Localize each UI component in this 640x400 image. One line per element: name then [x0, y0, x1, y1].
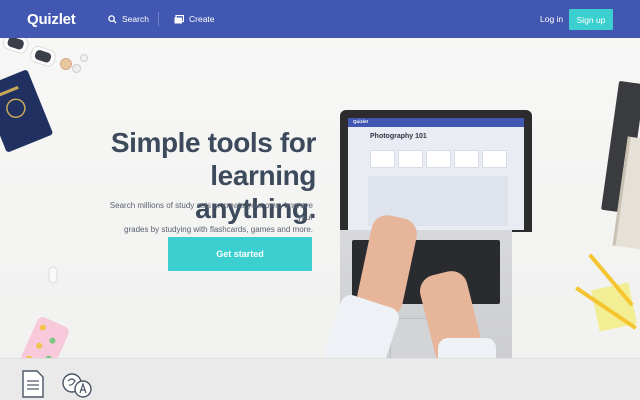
quizlet-logo[interactable]: Quizlet: [27, 11, 76, 28]
features-strip: [0, 358, 640, 400]
top-nav: Quizlet Search Create Log in Sign up: [0, 0, 640, 38]
search-nav-link[interactable]: Search: [108, 0, 149, 38]
login-link[interactable]: Log in: [540, 0, 563, 38]
screen-card: [454, 150, 479, 168]
pineapple-pattern-icon: [26, 324, 56, 358]
create-nav-link[interactable]: Create: [174, 0, 215, 38]
screen-app-logo: Quizlet: [353, 119, 369, 124]
hero-section: Simple tools for learning anything. Sear…: [0, 38, 640, 358]
coin-image: [80, 54, 88, 62]
hero-title-line-1: Simple tools for: [110, 127, 317, 158]
passport-image: [0, 69, 54, 153]
create-label: Create: [189, 14, 215, 24]
sunglasses-image: [2, 38, 56, 67]
screen-nav-bar: Quizlet: [348, 118, 524, 127]
signup-button[interactable]: Sign up: [569, 9, 613, 30]
screen-card: [398, 150, 423, 168]
nav-divider: [158, 12, 159, 26]
coin-image: [60, 58, 72, 70]
hero-subtitle-line-1: Search millions of study sets or create …: [109, 201, 313, 222]
screen-card: [370, 150, 395, 168]
passport-emblem-icon: [0, 85, 26, 118]
search-icon: [108, 14, 117, 24]
search-label: Search: [122, 14, 149, 24]
feature-icons: [20, 369, 94, 399]
screen-set-title: Photography 101: [370, 133, 427, 140]
earbud-image: [48, 266, 58, 284]
sleeve-image: [438, 338, 496, 358]
hero-subtitle-line-2: grades by studying with flashcards, game…: [124, 225, 313, 234]
coin-image: [72, 64, 81, 73]
phone-case-image: [19, 315, 71, 358]
screen-card: [426, 150, 451, 168]
document-icon: [22, 370, 44, 398]
laptop-image: Quizlet Photography 101: [340, 110, 532, 232]
translate-icon: [62, 373, 92, 398]
get-started-button[interactable]: Get started: [168, 237, 312, 271]
hero-subtitle: Search millions of study sets or create …: [103, 200, 313, 236]
screen-card: [482, 150, 507, 168]
laptop-screen: Quizlet Photography 101: [348, 118, 524, 230]
create-icon: [174, 14, 184, 23]
